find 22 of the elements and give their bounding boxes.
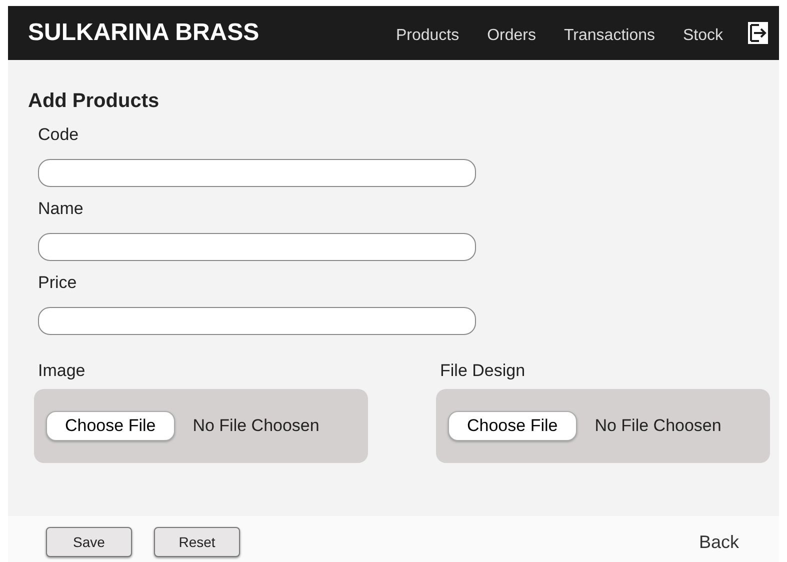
field-label: Image (38, 361, 86, 381)
input-field[interactable] (38, 233, 476, 261)
logout-icon[interactable] (747, 21, 769, 45)
footer-button[interactable]: Reset (154, 527, 240, 557)
file-status: No File Choosen (594, 416, 722, 436)
nav-link[interactable]: Orders (473, 27, 550, 45)
nav-link[interactable]: Transactions (550, 27, 669, 45)
field-label: Code (38, 125, 80, 145)
field-label: Price (38, 273, 78, 293)
file-status: No File Choosen (192, 416, 320, 436)
page-title: Add Products (28, 90, 160, 113)
nav-link[interactable]: Stock (668, 27, 737, 45)
footer-button[interactable]: Save (46, 527, 132, 557)
nav-link[interactable]: Products (382, 27, 474, 45)
brand-title: SULKARINA BRASS (28, 19, 260, 47)
choose-file-button[interactable]: Choose File (46, 411, 175, 441)
back-link[interactable]: Back (698, 532, 739, 552)
input-field[interactable] (38, 159, 476, 187)
input-field[interactable] (38, 307, 476, 335)
field-label: Name (38, 199, 84, 219)
field-label: File Design (440, 361, 526, 381)
choose-file-button[interactable]: Choose File (448, 411, 577, 441)
